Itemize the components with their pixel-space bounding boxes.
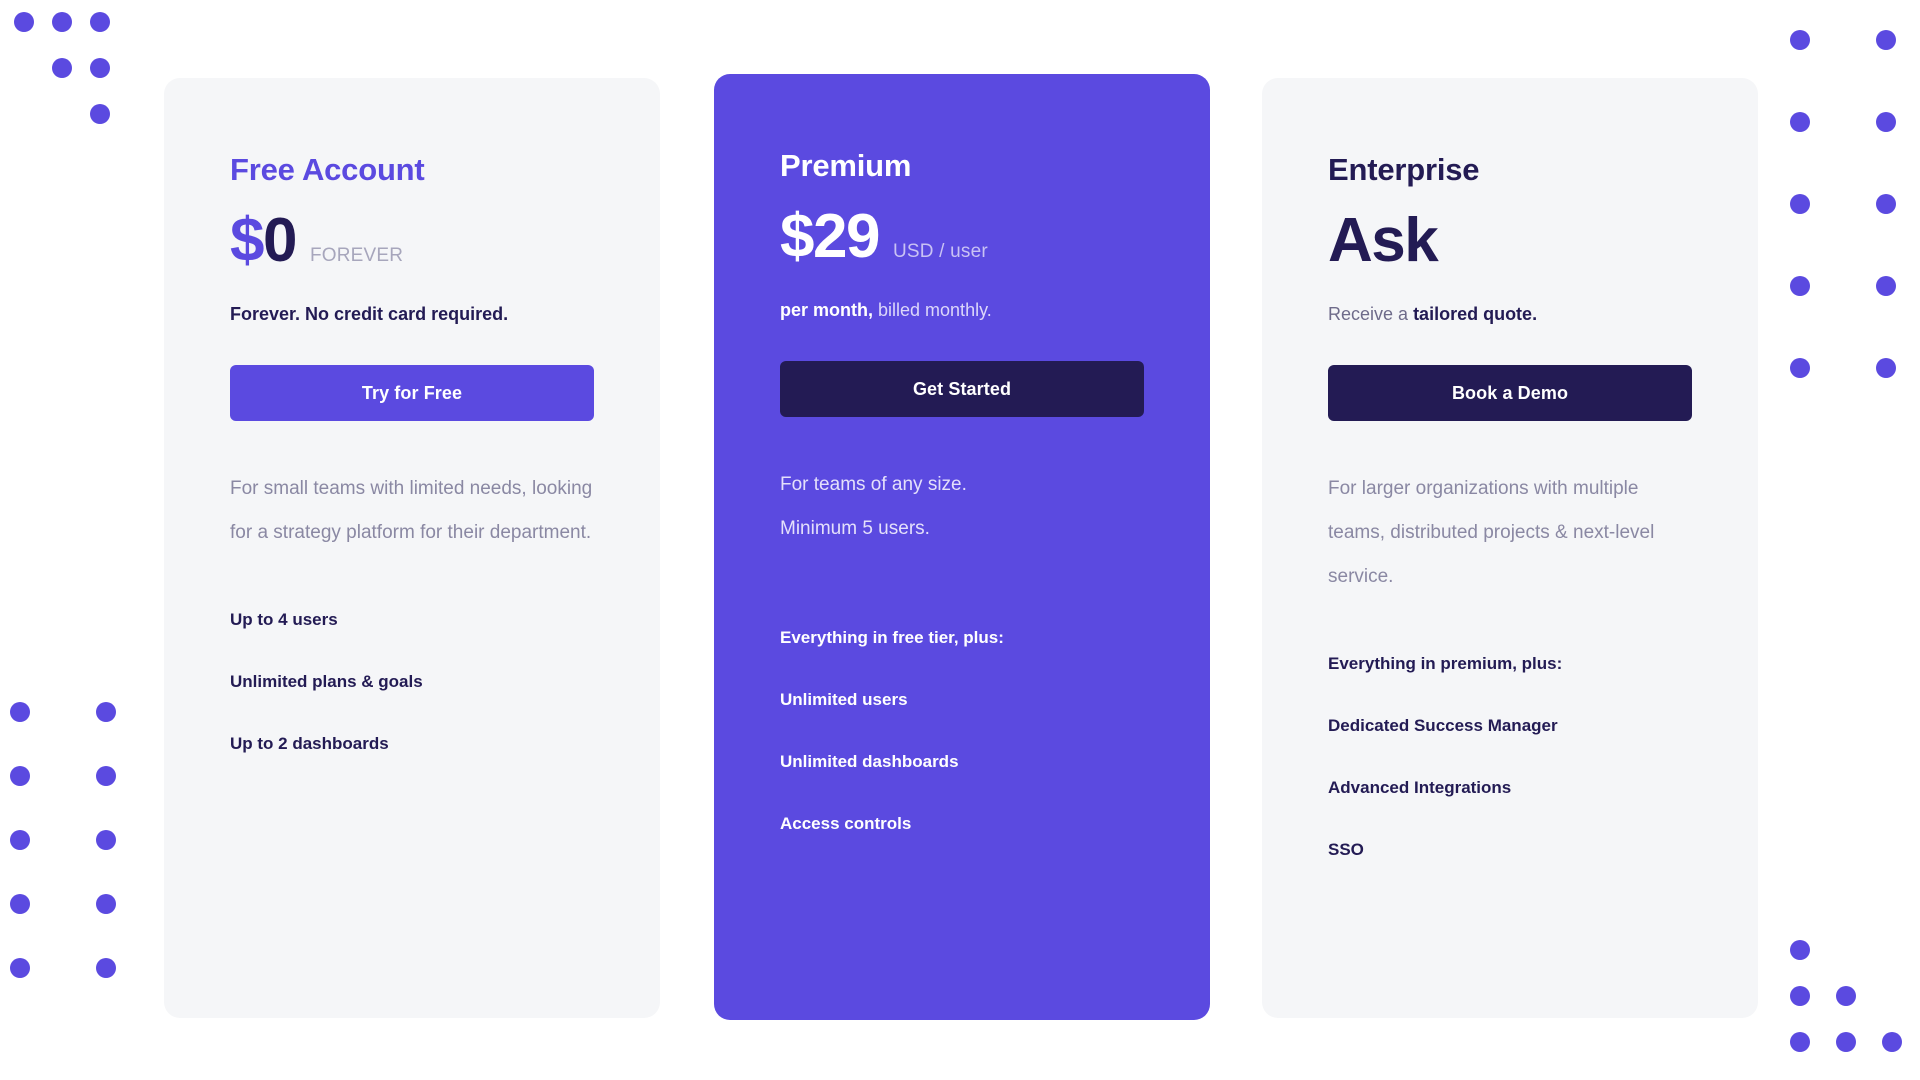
price-value-free: $0 xyxy=(230,210,297,272)
price-currency-free: $ xyxy=(230,206,264,275)
pricing-card-premium: Premium $29 USD / user per month, billed… xyxy=(714,74,1210,1020)
plan-tagline-premium-bold: per month, xyxy=(780,300,873,320)
plan-description-premium-line1: For teams of any size. xyxy=(780,474,967,496)
plan-description-enterprise: For larger organizations with multiple t… xyxy=(1328,478,1655,588)
feature-item: SSO xyxy=(1328,840,1364,860)
cta-get-started[interactable]: Get Started xyxy=(780,361,1144,418)
price-currency-premium: $ xyxy=(780,202,814,271)
plan-name-premium: Premium xyxy=(780,148,912,183)
price-value-premium: $29 xyxy=(780,206,880,268)
feature-heading-enterprise: Everything in premium, plus: xyxy=(1328,654,1563,674)
cta-try-for-free[interactable]: Try for Free xyxy=(230,365,594,422)
plan-description-premium-line2: Minimum 5 users. xyxy=(780,518,930,540)
plan-tagline-enterprise-bold: tailored quote. xyxy=(1413,304,1538,324)
feature-item: Unlimited plans & goals xyxy=(230,672,423,692)
pricing-cards-container: Free Account $0 FOREVER Forever. No cred… xyxy=(0,0,1920,1080)
feature-item: Up to 4 users xyxy=(230,610,338,630)
feature-list-premium: Everything in free tier, plus: Unlimited… xyxy=(780,607,1144,855)
feature-list-free: Up to 4 users Unlimited plans & goals Up… xyxy=(230,589,594,775)
price-row-premium: $29 USD / user xyxy=(780,206,1144,268)
feature-item: Up to 2 dashboards xyxy=(230,734,389,754)
plan-name-free: Free Account xyxy=(230,152,425,187)
plan-name-enterprise: Enterprise xyxy=(1328,152,1480,187)
price-amount-free: 0 xyxy=(262,206,297,275)
pricing-card-free: Free Account $0 FOREVER Forever. No cred… xyxy=(164,78,660,1018)
price-amount-premium: 29 xyxy=(812,202,880,271)
price-unit-free: FOREVER xyxy=(309,245,404,266)
plan-description-free: For small teams with limited needs, look… xyxy=(230,478,593,544)
feature-item: Unlimited users xyxy=(780,690,908,710)
plan-tagline-premium: per month, billed monthly. xyxy=(780,298,1144,323)
plan-description-premium: For teams of any size. Minimum 5 users. xyxy=(780,463,1144,551)
feature-list-enterprise: Everything in premium, plus: Dedicated S… xyxy=(1328,633,1692,881)
price-row-free: $0 FOREVER xyxy=(230,210,594,272)
plan-tagline-free: Forever. No credit card required. xyxy=(230,304,509,324)
plan-tagline-enterprise-light: Receive a xyxy=(1328,304,1409,324)
pricing-card-enterprise: Enterprise Ask Receive a tailored quote.… xyxy=(1262,78,1758,1018)
plan-tagline-premium-light: billed monthly. xyxy=(878,300,992,320)
price-amount-enterprise: Ask xyxy=(1328,206,1439,275)
pricing-page: Free Account $0 FOREVER Forever. No cred… xyxy=(0,0,1920,1080)
feature-item: Dedicated Success Manager xyxy=(1328,716,1558,736)
feature-heading-premium: Everything in free tier, plus: xyxy=(780,628,1004,648)
price-unit-premium: USD / user xyxy=(892,241,988,262)
cta-book-a-demo[interactable]: Book a Demo xyxy=(1328,365,1692,422)
feature-item: Unlimited dashboards xyxy=(780,752,959,772)
feature-item: Advanced Integrations xyxy=(1328,778,1512,798)
price-row-enterprise: Ask xyxy=(1328,210,1692,272)
plan-tagline-enterprise: Receive a tailored quote. xyxy=(1328,302,1692,327)
feature-item: Access controls xyxy=(780,814,912,834)
